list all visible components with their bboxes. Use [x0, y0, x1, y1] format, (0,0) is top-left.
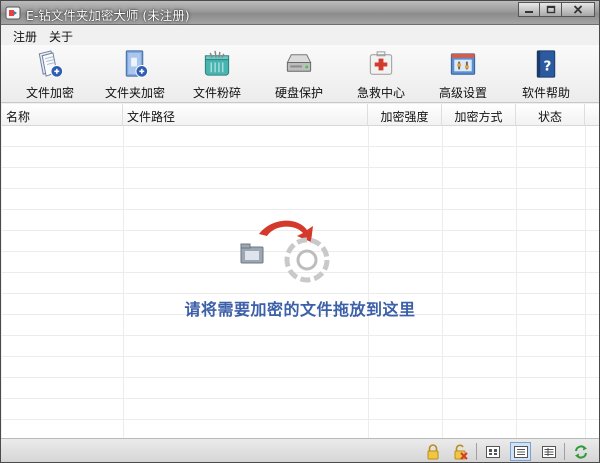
advanced-settings-button[interactable]: 高级设置 — [425, 47, 501, 101]
status-bar — [1, 438, 599, 462]
first-aid-icon — [369, 51, 393, 75]
refresh-icon — [574, 444, 587, 459]
menu-bar: 注册 关于 — [1, 25, 599, 45]
column-divider — [123, 126, 124, 438]
toolbar: 文件加密 文件夹加密 文件粉碎 硬盘保护 急救中心 高级设置 ? 软件帮助 — [1, 45, 599, 103]
details-view-button[interactable] — [510, 442, 531, 461]
table-row — [2, 167, 599, 168]
tool-label: 文件粉碎 — [192, 86, 241, 100]
software-help-button[interactable]: ? 软件帮助 — [508, 47, 584, 101]
large-icons-view-button[interactable] — [482, 442, 503, 461]
tool-label: 文件夹加密 — [104, 86, 165, 100]
column-header-status[interactable]: 状态 — [516, 104, 585, 126]
hard-disk-icon — [286, 54, 312, 72]
close-button[interactable] — [562, 2, 595, 17]
table-row — [2, 419, 599, 420]
advanced-settings-icon — [450, 53, 476, 75]
column-divider — [516, 126, 517, 438]
details-view-icon — [513, 445, 528, 458]
toolbar-separator — [476, 443, 477, 460]
refresh-button[interactable] — [570, 442, 591, 461]
file-shred-button[interactable]: 文件粉碎 — [179, 47, 255, 101]
column-divider — [442, 126, 443, 438]
table-row — [2, 335, 599, 336]
menu-about[interactable]: 关于 — [43, 25, 79, 45]
folder-encrypt-icon — [125, 50, 149, 78]
lock-icon — [427, 443, 438, 459]
table-row — [2, 293, 599, 294]
large-icons-view-icon — [485, 445, 500, 458]
app-window: E-钻文件夹加密大师 (未注册) 注册 关于 文件加密 文件夹加密 文件粉碎 硬… — [0, 0, 600, 463]
menu-register[interactable]: 注册 — [7, 25, 43, 45]
minimize-icon — [525, 10, 533, 13]
tool-label: 文件加密 — [25, 86, 74, 100]
shredder-icon — [204, 50, 230, 76]
window-controls — [518, 2, 595, 17]
table-row — [2, 377, 599, 378]
drop-target-icon — [284, 237, 330, 283]
column-header-method[interactable]: 加密方式 — [442, 104, 516, 126]
table-row — [2, 188, 599, 189]
tool-label: 软件帮助 — [521, 86, 570, 100]
tool-label: 急救中心 — [356, 86, 405, 100]
column-divider — [368, 126, 369, 438]
column-header-name[interactable]: 名称 — [2, 104, 123, 126]
svg-text:?: ? — [544, 58, 552, 74]
drop-hint-text: 请将需要加密的文件拖放到这里 — [184, 300, 416, 319]
tool-label: 硬盘保护 — [274, 86, 323, 100]
drag-drop-illustration — [240, 220, 330, 283]
lock-button[interactable] — [422, 442, 443, 461]
toolbar-separator — [564, 443, 565, 460]
table-header: 名称 文件路径 加密强度 加密方式 状态 — [2, 104, 599, 126]
folder-encrypt-button[interactable]: 文件夹加密 — [97, 47, 173, 101]
column-header-strength[interactable]: 加密强度 — [368, 104, 442, 126]
minimize-button[interactable] — [518, 2, 540, 17]
table-row — [2, 398, 599, 399]
close-icon — [573, 5, 583, 14]
file-encrypt-button[interactable]: 文件加密 — [12, 47, 88, 101]
help-book-icon: ? — [536, 50, 556, 78]
table-row — [2, 356, 599, 357]
file-encrypt-icon — [38, 50, 64, 78]
unlock-icon — [454, 444, 468, 460]
disk-protect-button[interactable]: 硬盘保护 — [261, 47, 337, 101]
unlock-button[interactable] — [449, 442, 470, 461]
app-logo-icon — [5, 6, 21, 20]
table-row — [2, 209, 599, 210]
list-view-icon — [541, 445, 556, 458]
table-row — [2, 146, 599, 147]
title-bar[interactable]: E-钻文件夹加密大师 (未注册) — [1, 1, 599, 25]
window-title: E-钻文件夹加密大师 (未注册) — [26, 8, 190, 23]
column-header-path[interactable]: 文件路径 — [123, 104, 368, 126]
maximize-button[interactable] — [540, 2, 562, 17]
list-view-button[interactable] — [538, 442, 559, 461]
column-divider — [585, 126, 586, 438]
tool-label: 高级设置 — [438, 86, 487, 100]
rescue-center-button[interactable]: 急救中心 — [343, 47, 419, 101]
maximize-icon — [546, 5, 555, 14]
folder-icon — [240, 243, 264, 264]
